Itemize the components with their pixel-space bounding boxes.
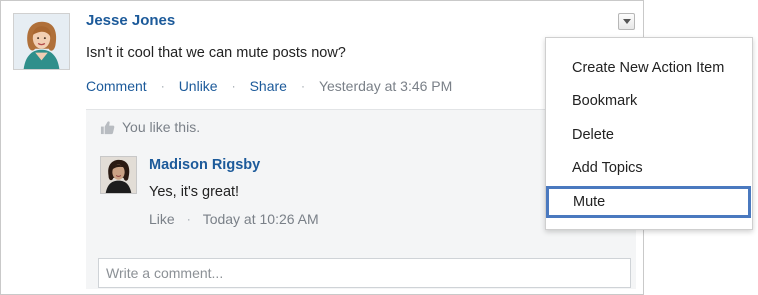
share-link[interactable]: Share	[250, 78, 287, 94]
post-timestamp[interactable]: Yesterday at 3:46 PM	[319, 78, 452, 94]
separator-dot: ·	[186, 212, 191, 226]
comment-like-link[interactable]: Like	[149, 211, 175, 227]
comment-text: Yes, it's great!	[149, 184, 240, 200]
post-text: Isn't it cool that we can mute posts now…	[86, 45, 346, 61]
comment-author-name[interactable]: Madison Rigsby	[149, 157, 260, 173]
menu-item-mute[interactable]: Mute	[546, 186, 751, 218]
chevron-down-icon	[622, 19, 631, 24]
post-author-name[interactable]: Jesse Jones	[86, 12, 175, 29]
comment-timestamp: Today at 10:26 AM	[202, 211, 319, 227]
menu-item-add-topics[interactable]: Add Topics	[546, 153, 752, 183]
menu-item-bookmark[interactable]: Bookmark	[546, 86, 752, 116]
comment-link[interactable]: Comment	[86, 78, 147, 94]
separator-dot: ·	[231, 79, 236, 93]
menu-item-create-action-item[interactable]: Create New Action Item	[546, 53, 752, 83]
author-avatar-image	[14, 14, 69, 69]
comment-actions: Like · Today at 10:26 AM	[149, 211, 319, 227]
like-summary-text: You like this.	[122, 119, 201, 135]
write-comment-input[interactable]	[98, 258, 631, 288]
unlike-link[interactable]: Unlike	[179, 78, 218, 94]
commenter-avatar-image	[101, 157, 136, 193]
post-actions: Comment · Unlike · Share · Yesterday at …	[86, 78, 452, 94]
like-summary: You like this.	[100, 119, 200, 135]
author-avatar[interactable]	[13, 13, 70, 70]
post-actions-menu: Create New Action Item Bookmark Delete A…	[545, 37, 753, 230]
separator-dot: ·	[160, 79, 165, 93]
commenter-avatar[interactable]	[100, 156, 137, 194]
post-menu-button[interactable]	[618, 13, 635, 30]
thumbs-up-icon	[100, 120, 115, 134]
separator-dot: ·	[300, 79, 305, 93]
menu-item-delete[interactable]: Delete	[546, 120, 752, 150]
